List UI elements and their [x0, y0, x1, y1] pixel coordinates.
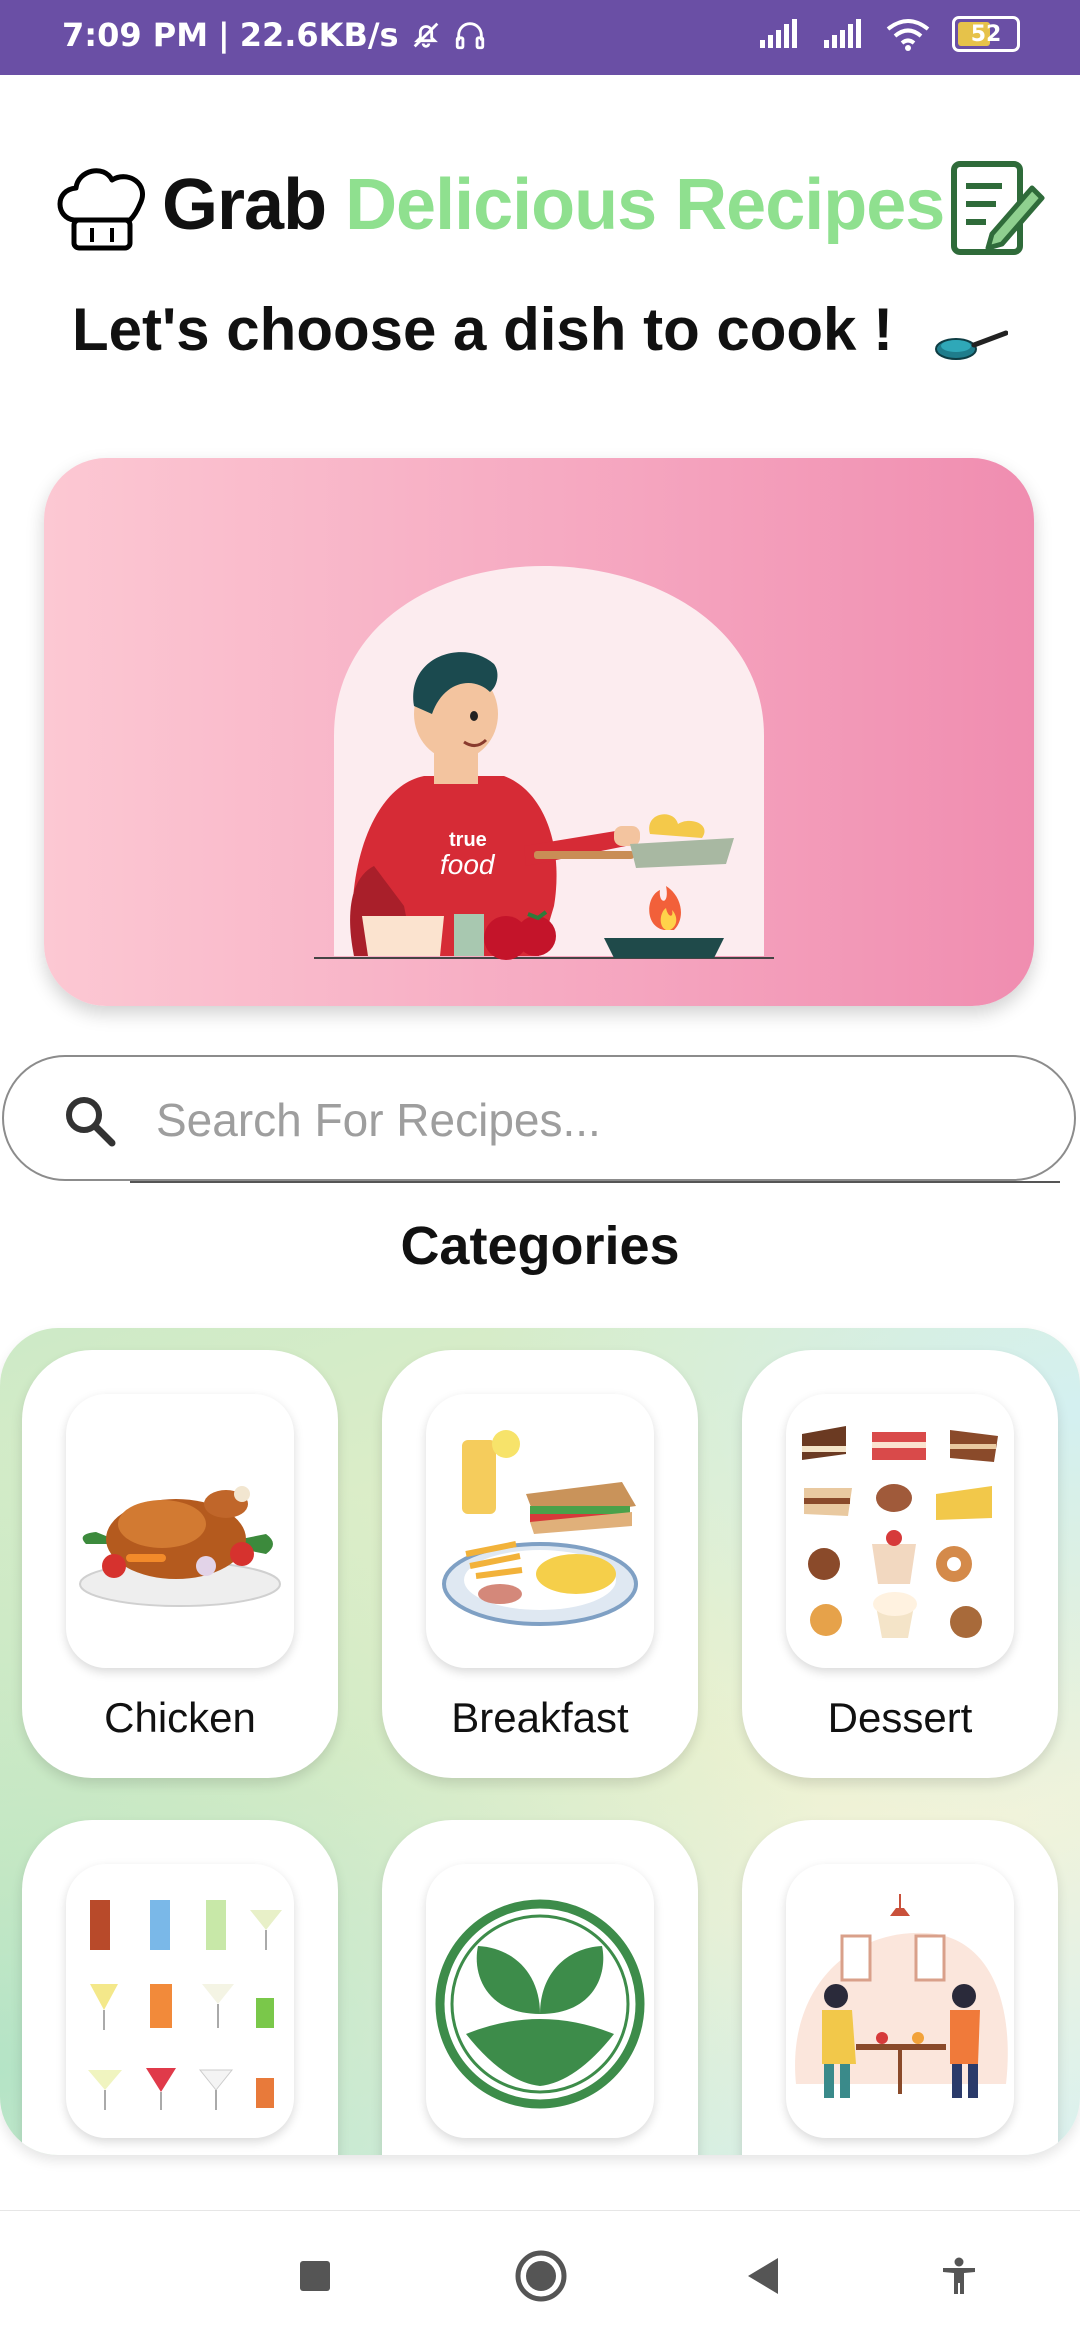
battery-level: 52 [970, 21, 1002, 47]
category-card-chicken[interactable]: Chicken [22, 1350, 338, 1778]
network-speed: 22.6KB/s [239, 16, 399, 54]
category-image [426, 1864, 654, 2138]
headset-icon [455, 22, 484, 50]
recents-button[interactable] [288, 2249, 342, 2303]
signal-icon [760, 19, 797, 48]
categories-grid: Chicken Breakfast Dessert [0, 1328, 1080, 2155]
status-right: 52 [758, 16, 1020, 52]
category-card-drinks[interactable] [22, 1820, 338, 2155]
category-card-breakfast[interactable]: Breakfast [382, 1350, 698, 1778]
category-card-dessert[interactable]: Dessert [742, 1350, 1058, 1778]
desserts-icon [802, 1426, 998, 1638]
category-image [426, 1394, 654, 1668]
category-card-dining[interactable] [742, 1820, 1058, 2155]
signal-icon [824, 19, 861, 48]
accessibility-button[interactable] [932, 2249, 986, 2303]
category-image [66, 1394, 294, 1668]
search-icon [66, 1097, 116, 1147]
system-nav-bar [0, 2210, 1080, 2341]
chef-cooking-illustration: true food [314, 566, 774, 960]
category-image [786, 1394, 1014, 1668]
category-label: Breakfast [451, 1694, 629, 1741]
page-subtitle: Let's choose a dish to cook ! [72, 296, 894, 363]
recents-square-icon [300, 2261, 330, 2291]
app-title-part1: Grab [162, 165, 327, 245]
hero-banner: true food [44, 458, 1034, 1006]
app-title: Grab Delicious Recipes [162, 164, 945, 246]
wifi-icon [886, 19, 930, 51]
search-input[interactable] [154, 1077, 1018, 1163]
back-triangle-icon [748, 2258, 778, 2294]
back-button[interactable] [736, 2249, 790, 2303]
breakfast-plate-icon [442, 1430, 638, 1626]
mute-alarm-icon [413, 22, 438, 48]
search-underline [130, 1181, 1060, 1183]
vegetarian-leaf-icon [435, 1899, 645, 2109]
category-label: Chicken [104, 1694, 256, 1741]
frying-pan-icon [935, 330, 1008, 360]
apron-text-line2: food [440, 849, 496, 880]
search-bar[interactable] [2, 1055, 1076, 1181]
notepad-pencil-icon [951, 161, 1045, 255]
dining-couple-icon [795, 1894, 1008, 2098]
status-left: 7:09 PM | 22.6KB/s [62, 16, 487, 54]
accessibility-icon [943, 2257, 975, 2294]
category-label: Dessert [827, 1694, 973, 1741]
battery-icon: 52 [952, 16, 1020, 52]
home-button[interactable] [514, 2249, 568, 2303]
category-image [786, 1864, 1014, 2138]
cocktails-icon [88, 1900, 282, 2110]
category-image [66, 1864, 294, 2138]
categories-title: Categories [400, 1216, 680, 1276]
home-circle-icon [515, 2250, 567, 2302]
roast-chicken-icon [79, 1486, 281, 1607]
app-title-part2: Delicious Recipes [345, 165, 945, 245]
chef-hat-icon [57, 168, 145, 251]
app-header: Grab Delicious Recipes [0, 150, 1080, 265]
apron-text-line1: true [449, 829, 487, 851]
status-separator: | [218, 16, 230, 54]
category-card-vegetarian[interactable] [382, 1820, 698, 2155]
status-time: 7:09 PM [62, 16, 209, 54]
status-bar: 7:09 PM | 22.6KB/s 52 [0, 0, 1080, 75]
